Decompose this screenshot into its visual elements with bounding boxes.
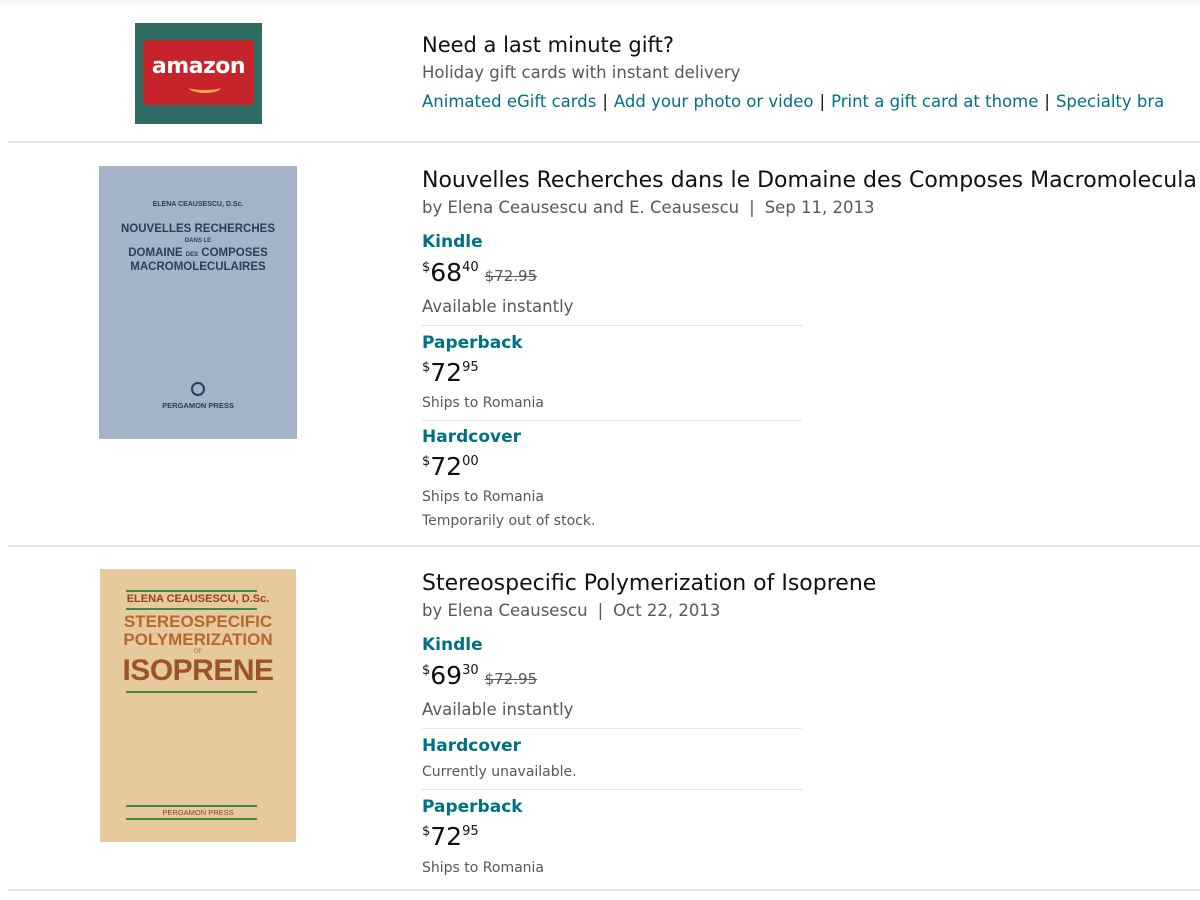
format-link-kindle[interactable]: Kindle [422,635,483,655]
format-link-paperback[interactable]: Paperback [422,797,523,817]
link-separator: | [602,92,608,111]
price-kindle[interactable]: $6930 $72.95 [422,661,537,690]
price-kindle[interactable]: $6840 $72.95 [422,258,537,287]
availability-note: Available instantly [422,297,574,316]
list-price: $72.95 [484,670,538,688]
stock-note: Temporarily out of stock. [422,513,596,529]
promo-links: Animated eGift cards | Add your photo or v… [422,92,1164,111]
author-text: by Elena Ceausescu and E. Ceausescu [422,198,740,217]
format-link-paperback[interactable]: Paperback [422,333,523,353]
link-separator: | [1044,92,1050,111]
top-edge [0,0,1200,6]
amazon-smile-icon [189,82,221,93]
promo-link-photo-video[interactable]: Add your photo or video [614,92,814,111]
cover-title: STEREOSPECIFIC POLYMERIZATION [123,612,273,649]
shipping-note: Ships to Romania [422,395,545,411]
byline-separator: | [749,198,755,217]
product-title[interactable]: Stereospecific Polymerization of Isopren… [422,571,876,596]
product-title[interactable]: Nouvelles Recherches dans le Domaine des… [422,168,1197,193]
availability-note: Available instantly [422,700,574,719]
cover-rule [126,608,257,610]
publish-date: Oct 22, 2013 [613,601,721,620]
cover-title: NOUVELLES RECHERCHES DANS LE DOMAINE DES… [121,223,275,273]
format-link-hardcover[interactable]: Hardcover [422,427,521,447]
amazon-logo: amazon [151,54,246,79]
gift-card: amazon [143,40,254,105]
cover-publisher: PERGAMON PRESS [162,808,234,817]
shipping-note: Ships to Romania [422,860,545,876]
availability-note: Currently unavailable. [422,764,577,780]
product-byline: by Elena Ceausescu and E. Ceausescu | Sep … [422,198,875,217]
price-paperback[interactable]: $7295 [422,822,479,851]
promo-subtitle: Holiday gift cards with instant delivery [422,63,741,82]
format-link-kindle[interactable]: Kindle [422,232,483,252]
cover-rule [126,590,257,592]
author-text: by Elena Ceausescu [422,601,588,620]
format-divider [422,789,802,790]
result-divider [8,545,1200,547]
cover-rule [126,805,257,807]
publisher-logo-icon [191,382,205,396]
book-cover[interactable]: ELENA CEAUSESCU, D.Sc. NOUVELLES RECHERC… [99,166,297,439]
publish-date: Sep 11, 2013 [764,198,875,217]
format-link-hardcover[interactable]: Hardcover [422,736,521,756]
cover-title-main: ISOPRENE [122,654,274,687]
format-divider [422,325,802,326]
promo-link-specialty-brands[interactable]: Specialty bra [1056,92,1164,111]
format-divider [422,728,802,729]
list-price: $72.95 [484,267,538,285]
gift-card-image[interactable]: amazon [135,23,262,124]
shipping-note: Ships to Romania [422,489,545,505]
price-hardcover[interactable]: $7200 [422,452,479,481]
cover-author: ELENA CEAUSESCU, D.Sc. [152,201,244,208]
promo-link-print-gift-card[interactable]: Print a gift card at thome [831,92,1038,111]
price-paperback[interactable]: $7295 [422,358,479,387]
cover-rule [126,818,257,820]
cover-rule [126,691,257,693]
format-divider [422,420,802,421]
byline-separator: | [597,601,604,620]
promo-title[interactable]: Need a last minute gift? [422,33,674,57]
product-byline: by Elena Ceausescu | Oct 22, 2013 [422,601,720,620]
book-cover[interactable]: ELENA CEAUSESCU, D.Sc. STEREOSPECIFIC PO… [100,569,296,842]
promo-link-animated-egift[interactable]: Animated eGift cards [422,92,596,111]
cover-author: ELENA CEAUSESCU, D.Sc. [126,593,270,605]
result-divider [8,889,1200,891]
cover-publisher: PERGAMON PRESS [162,401,234,410]
link-separator: | [819,92,826,111]
result-divider [8,141,1200,143]
